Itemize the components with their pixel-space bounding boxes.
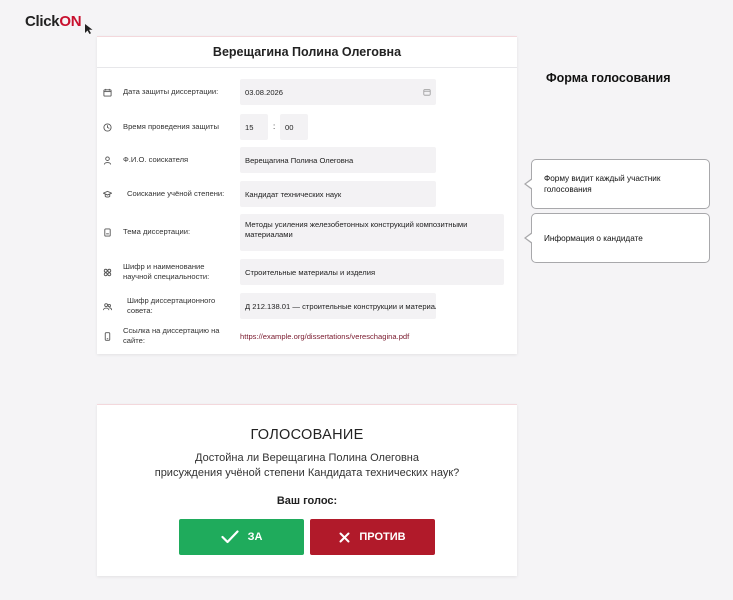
group-icon — [103, 303, 112, 311]
defense-date-value: 03.08.2026 — [245, 87, 284, 97]
field-row-defense-time: Время проведения защиты 15 : 00 — [97, 114, 517, 140]
candidate-info-card: Верещагина Полина Олеговна Дата защиты д… — [97, 36, 517, 354]
defense-time-hours-input[interactable]: 15 — [240, 114, 268, 140]
field-row-specialty: Шифр и наименование научной специальност… — [97, 259, 517, 285]
voting-title: ГОЛОСОВАНИЕ — [250, 427, 364, 443]
grid-icon — [103, 268, 112, 277]
user-icon — [103, 156, 112, 165]
council-input[interactable]: Д 212.138.01 — строительные конструкции … — [240, 293, 436, 319]
applicant-label: Ф.И.О. соискателя — [123, 155, 189, 164]
calendar-icon — [103, 88, 112, 97]
clickon-logo: Click ON — [25, 13, 93, 34]
defense-date-input[interactable]: 03.08.2026 — [240, 79, 436, 105]
voting-form-title: Форма голосования — [546, 71, 671, 85]
vote-no-button[interactable]: ПРОТИВ — [310, 519, 435, 555]
voting-question-line2: присуждения учёной степени Кандидата тех… — [154, 467, 460, 479]
voting-card: ГОЛОСОВАНИЕ Достойна ли Верещагина Полин… — [97, 404, 517, 576]
graduation-cap-icon — [103, 190, 112, 198]
vote-yes-button[interactable]: ЗА — [179, 519, 304, 555]
vote-no-label: ПРОТИВ — [359, 531, 406, 543]
dissertation-link[interactable]: https://example.org/dissertations/veresc… — [240, 332, 409, 341]
logo-text: Click — [25, 13, 60, 30]
check-icon — [220, 530, 239, 544]
clock-icon — [103, 123, 112, 132]
callout-candidate-info-text: Информация о кандидате — [544, 233, 643, 243]
specialty-input[interactable]: Строительные материалы и изделия — [240, 259, 504, 285]
field-row-degree: Соискание учёной степени: Кандидат техни… — [97, 181, 517, 207]
field-row-topic: Тема диссертации: Методы усиления железо… — [97, 214, 517, 251]
defense-date-label: Дата защиты диссертации: — [123, 87, 219, 96]
your-vote-label: Ваш голос: — [276, 495, 338, 507]
cursor-icon — [85, 24, 93, 34]
callout-visibility-text: Форму видит каждый участник голосования — [544, 174, 661, 194]
topic-input[interactable]: Методы усиления железобетонных конструкц… — [240, 214, 504, 251]
voting-question-line1: Достойна ли Верещагина Полина Олеговна — [195, 452, 419, 464]
field-row-defense-date: Дата защиты диссертации: 03.08.2026 — [97, 79, 517, 105]
time-separator: : — [273, 122, 276, 131]
degree-input[interactable]: Кандидат технических наук — [240, 181, 436, 207]
close-icon — [339, 532, 350, 542]
topic-label: Тема диссертации: — [123, 227, 191, 236]
applicant-input[interactable]: Верещагина Полина Олеговна — [240, 147, 436, 173]
callout-visibility: Форму видит каждый участник голосования — [524, 159, 710, 209]
field-row-link: Ссылка на диссертацию на сайте: https://… — [97, 326, 517, 348]
vote-yes-label: ЗА — [247, 531, 263, 543]
voting-question: Достойна ли Верещагина Полина Олеговна п… — [97, 451, 517, 481]
degree-label: Соискание учёной степени: — [127, 189, 225, 198]
defense-time-label: Время проведения защиты — [123, 122, 219, 131]
field-row-council: Шифр диссертационного совета: Д 212.138.… — [97, 293, 517, 319]
specialty-label: Шифр и наименование научной специальност… — [123, 262, 210, 281]
field-row-applicant: Ф.И.О. соискателя Верещагина Полина Олег… — [97, 147, 517, 173]
calendar-picker-icon[interactable] — [423, 88, 431, 96]
logo-accent: ON — [59, 13, 82, 30]
council-label: Шифр диссертационного совета: — [127, 296, 216, 315]
link-label: Ссылка на диссертацию на сайте: — [123, 326, 220, 345]
candidate-name-header: Верещагина Полина Олеговна — [97, 37, 517, 68]
document-icon — [104, 228, 111, 237]
callout-candidate-info: Информация о кандидате — [524, 213, 710, 263]
defense-time-minutes-input[interactable]: 00 — [280, 114, 308, 140]
phone-icon — [104, 332, 111, 341]
